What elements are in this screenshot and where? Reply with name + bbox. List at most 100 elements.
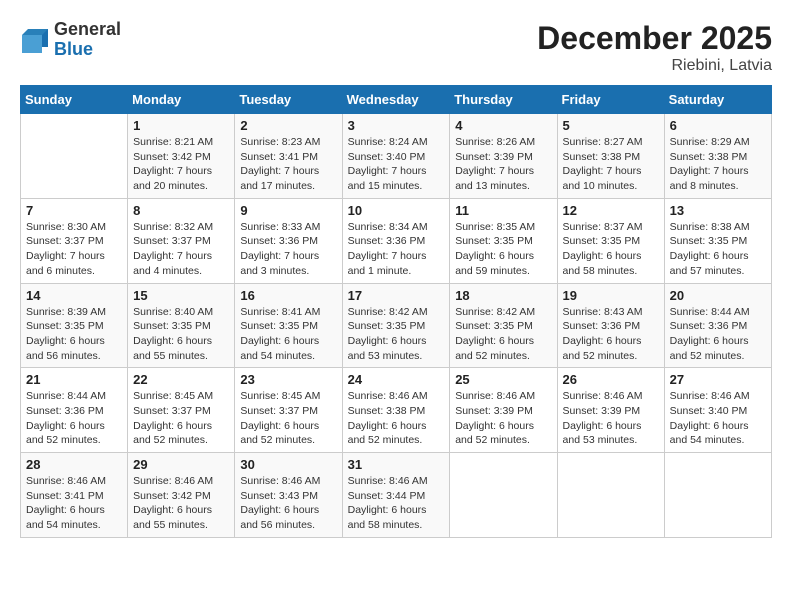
day-number: 28: [26, 457, 122, 472]
day-info: Sunrise: 8:46 AMSunset: 3:43 PMDaylight:…: [240, 474, 336, 533]
week-row-4: 28 Sunrise: 8:46 AMSunset: 3:41 PMDayligh…: [21, 453, 772, 538]
day-info: Sunrise: 8:27 AMSunset: 3:38 PMDaylight:…: [563, 135, 659, 194]
day-info: Sunrise: 8:37 AMSunset: 3:35 PMDaylight:…: [563, 220, 659, 279]
week-row-3: 21 Sunrise: 8:44 AMSunset: 3:36 PMDayligh…: [21, 368, 772, 453]
day-number: 27: [670, 372, 766, 387]
day-info: Sunrise: 8:38 AMSunset: 3:35 PMDaylight:…: [670, 220, 766, 279]
calendar-cell: 9 Sunrise: 8:33 AMSunset: 3:36 PMDaylight…: [235, 198, 342, 283]
page-header: General Blue December 2025 Riebini, Latv…: [20, 20, 772, 75]
day-info: Sunrise: 8:24 AMSunset: 3:40 PMDaylight:…: [348, 135, 445, 194]
day-info: Sunrise: 8:21 AMSunset: 3:42 PMDaylight:…: [133, 135, 229, 194]
header-tuesday: Tuesday: [235, 86, 342, 114]
day-info: Sunrise: 8:46 AMSunset: 3:44 PMDaylight:…: [348, 474, 445, 533]
day-info: Sunrise: 8:46 AMSunset: 3:41 PMDaylight:…: [26, 474, 122, 533]
day-info: Sunrise: 8:34 AMSunset: 3:36 PMDaylight:…: [348, 220, 445, 279]
calendar-cell: 24Sunrise: 8:46 AMSunset: 3:38 PMDayligh…: [342, 368, 450, 453]
day-number: 21: [26, 372, 122, 387]
day-number: 22: [133, 372, 229, 387]
header-friday: Friday: [557, 86, 664, 114]
calendar-cell: [450, 453, 557, 538]
day-number: 2: [240, 118, 336, 133]
day-info: Sunrise: 8:46 AMSunset: 3:42 PMDaylight:…: [133, 474, 229, 533]
logo-blue: Blue: [54, 40, 121, 60]
day-info: Sunrise: 8:43 AMSunset: 3:36 PMDaylight:…: [563, 305, 659, 364]
day-number: 14: [26, 288, 122, 303]
day-info: Sunrise: 8:30 AMSunset: 3:37 PMDaylight:…: [26, 220, 122, 279]
calendar-cell: 4Sunrise: 8:26 AMSunset: 3:39 PMDaylight…: [450, 114, 557, 199]
calendar-cell: 2 Sunrise: 8:23 AMSunset: 3:41 PMDaylight…: [235, 114, 342, 199]
day-info: Sunrise: 8:29 AMSunset: 3:38 PMDaylight:…: [670, 135, 766, 194]
header-wednesday: Wednesday: [342, 86, 450, 114]
day-number: 16: [240, 288, 336, 303]
calendar-cell: 18Sunrise: 8:42 AMSunset: 3:35 PMDayligh…: [450, 283, 557, 368]
day-number: 19: [563, 288, 659, 303]
calendar-cell: 6 Sunrise: 8:29 AMSunset: 3:38 PMDaylight…: [664, 114, 771, 199]
day-number: 3: [348, 118, 445, 133]
day-number: 5: [563, 118, 659, 133]
calendar-cell: 8 Sunrise: 8:32 AMSunset: 3:37 PMDaylight…: [128, 198, 235, 283]
calendar-cell: 12 Sunrise: 8:37 AMSunset: 3:35 PMDayligh…: [557, 198, 664, 283]
week-row-0: 1 Sunrise: 8:21 AMSunset: 3:42 PMDaylight…: [21, 114, 772, 199]
calendar-cell: [664, 453, 771, 538]
calendar-cell: 22 Sunrise: 8:45 AMSunset: 3:37 PMDayligh…: [128, 368, 235, 453]
day-number: 9: [240, 203, 336, 218]
header-row: SundayMondayTuesdayWednesdayThursdayFrid…: [21, 86, 772, 114]
calendar-cell: 29Sunrise: 8:46 AMSunset: 3:42 PMDayligh…: [128, 453, 235, 538]
calendar-cell: 27 Sunrise: 8:46 AMSunset: 3:40 PMDayligh…: [664, 368, 771, 453]
calendar-cell: 28 Sunrise: 8:46 AMSunset: 3:41 PMDayligh…: [21, 453, 128, 538]
calendar-cell: 25 Sunrise: 8:46 AMSunset: 3:39 PMDayligh…: [450, 368, 557, 453]
title-block: December 2025 Riebini, Latvia: [537, 20, 772, 75]
day-info: Sunrise: 8:46 AMSunset: 3:40 PMDaylight:…: [670, 389, 766, 448]
day-info: Sunrise: 8:44 AMSunset: 3:36 PMDaylight:…: [670, 305, 766, 364]
day-number: 17: [348, 288, 445, 303]
day-number: 30: [240, 457, 336, 472]
day-number: 1: [133, 118, 229, 133]
calendar-cell: 20 Sunrise: 8:44 AMSunset: 3:36 PMDayligh…: [664, 283, 771, 368]
calendar-cell: 10 Sunrise: 8:34 AMSunset: 3:36 PMDayligh…: [342, 198, 450, 283]
calendar-cell: 5 Sunrise: 8:27 AMSunset: 3:38 PMDaylight…: [557, 114, 664, 199]
day-number: 12: [563, 203, 659, 218]
calendar-cell: 1 Sunrise: 8:21 AMSunset: 3:42 PMDaylight…: [128, 114, 235, 199]
day-number: 6: [670, 118, 766, 133]
calendar-header: SundayMondayTuesdayWednesdayThursdayFrid…: [21, 86, 772, 114]
logo-general: General: [54, 20, 121, 40]
day-info: Sunrise: 8:46 AMSunset: 3:39 PMDaylight:…: [455, 389, 551, 448]
day-number: 18: [455, 288, 551, 303]
calendar-subtitle: Riebini, Latvia: [537, 57, 772, 75]
calendar-cell: 21 Sunrise: 8:44 AMSunset: 3:36 PMDayligh…: [21, 368, 128, 453]
logo-text: General Blue: [54, 20, 121, 60]
calendar-cell: 3 Sunrise: 8:24 AMSunset: 3:40 PMDaylight…: [342, 114, 450, 199]
day-info: Sunrise: 8:46 AMSunset: 3:38 PMDaylight:…: [348, 389, 445, 448]
day-number: 11: [455, 203, 551, 218]
day-info: Sunrise: 8:23 AMSunset: 3:41 PMDaylight:…: [240, 135, 336, 194]
calendar-body: 1 Sunrise: 8:21 AMSunset: 3:42 PMDaylight…: [21, 114, 772, 538]
header-monday: Monday: [128, 86, 235, 114]
day-info: Sunrise: 8:42 AMSunset: 3:35 PMDaylight:…: [348, 305, 445, 364]
day-info: Sunrise: 8:44 AMSunset: 3:36 PMDaylight:…: [26, 389, 122, 448]
logo-icon: [20, 25, 50, 55]
week-row-1: 7Sunrise: 8:30 AMSunset: 3:37 PMDaylight…: [21, 198, 772, 283]
day-info: Sunrise: 8:39 AMSunset: 3:35 PMDaylight:…: [26, 305, 122, 364]
day-info: Sunrise: 8:33 AMSunset: 3:36 PMDaylight:…: [240, 220, 336, 279]
day-info: Sunrise: 8:41 AMSunset: 3:35 PMDaylight:…: [240, 305, 336, 364]
day-number: 15: [133, 288, 229, 303]
day-number: 13: [670, 203, 766, 218]
day-number: 20: [670, 288, 766, 303]
day-info: Sunrise: 8:32 AMSunset: 3:37 PMDaylight:…: [133, 220, 229, 279]
calendar-cell: 15Sunrise: 8:40 AMSunset: 3:35 PMDayligh…: [128, 283, 235, 368]
calendar-cell: 23Sunrise: 8:45 AMSunset: 3:37 PMDayligh…: [235, 368, 342, 453]
day-info: Sunrise: 8:26 AMSunset: 3:39 PMDaylight:…: [455, 135, 551, 194]
day-number: 8: [133, 203, 229, 218]
day-number: 23: [240, 372, 336, 387]
calendar-table: SundayMondayTuesdayWednesdayThursdayFrid…: [20, 85, 772, 538]
calendar-cell: 19 Sunrise: 8:43 AMSunset: 3:36 PMDayligh…: [557, 283, 664, 368]
week-row-2: 14 Sunrise: 8:39 AMSunset: 3:35 PMDayligh…: [21, 283, 772, 368]
day-info: Sunrise: 8:45 AMSunset: 3:37 PMDaylight:…: [133, 389, 229, 448]
calendar-cell: 16 Sunrise: 8:41 AMSunset: 3:35 PMDayligh…: [235, 283, 342, 368]
calendar-cell: 31Sunrise: 8:46 AMSunset: 3:44 PMDayligh…: [342, 453, 450, 538]
calendar-cell: 17 Sunrise: 8:42 AMSunset: 3:35 PMDayligh…: [342, 283, 450, 368]
day-number: 25: [455, 372, 551, 387]
calendar-cell: 26Sunrise: 8:46 AMSunset: 3:39 PMDayligh…: [557, 368, 664, 453]
day-number: 10: [348, 203, 445, 218]
day-info: Sunrise: 8:46 AMSunset: 3:39 PMDaylight:…: [563, 389, 659, 448]
